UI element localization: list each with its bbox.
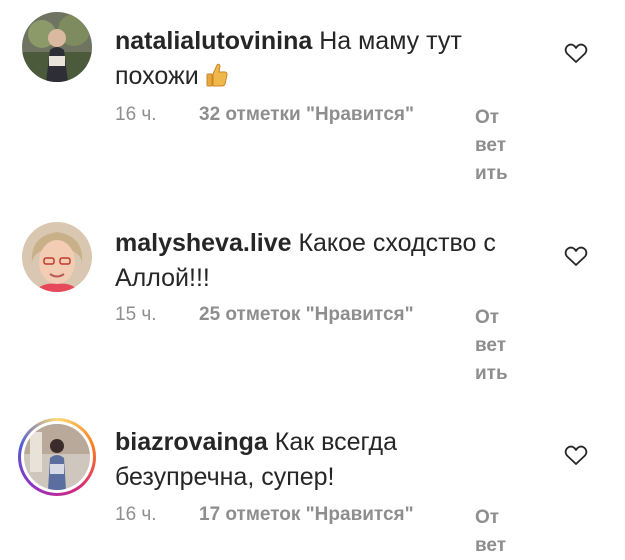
comment-text: biazrovainga Как всегда безупречна, супе…	[115, 425, 535, 495]
avatar[interactable]	[22, 222, 92, 292]
reply-label: От	[475, 307, 500, 328]
comment-username[interactable]: biazrovainga	[115, 428, 268, 456]
avatar-image	[24, 424, 90, 490]
reply-label: вет	[475, 535, 507, 556]
reply-label: вет	[475, 335, 507, 356]
heart-outline-icon[interactable]	[564, 245, 588, 267]
reply-label: ить	[475, 363, 508, 384]
reply-label: От	[475, 107, 500, 128]
heart-outline-icon[interactable]	[564, 444, 588, 466]
reply-button[interactable]: От вет	[475, 504, 519, 560]
comment-likes[interactable]: 25 отметок "Нравится"	[199, 304, 414, 326]
comment-text: natalialutovinina На маму тут похожи	[115, 24, 535, 94]
reply-button[interactable]: От вет ить	[475, 304, 519, 388]
comment-time: 16 ч.	[115, 504, 157, 525]
heart-outline-icon[interactable]	[564, 42, 588, 64]
comment-likes[interactable]: 32 отметки "Нравится"	[199, 104, 414, 126]
reply-label: вет	[475, 135, 507, 156]
comment-text: malysheva.live Какое сходство с Аллой!!!	[115, 226, 535, 296]
comment-username[interactable]: natalialutovinina	[115, 27, 312, 55]
reply-button[interactable]: От вет ить	[475, 104, 519, 188]
comment-time: 15 ч.	[115, 304, 157, 325]
avatar[interactable]	[22, 12, 92, 82]
thumbs-up-icon	[206, 62, 228, 88]
comment-likes[interactable]: 17 отметок "Нравится"	[199, 504, 414, 526]
reply-label: От	[475, 507, 500, 528]
reply-label: ить	[475, 163, 508, 184]
comment-username[interactable]: malysheva.live	[115, 229, 292, 257]
comment-time: 16 ч.	[115, 104, 157, 125]
avatar[interactable]	[18, 418, 96, 496]
